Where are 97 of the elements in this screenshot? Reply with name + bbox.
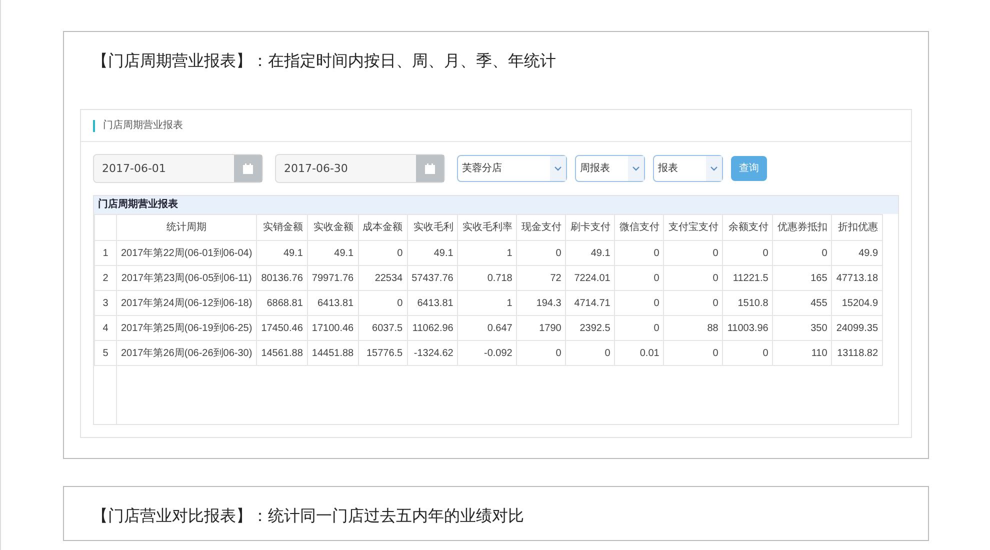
table-cell: 79971.76 [307, 266, 358, 290]
row-number: 1 [94, 240, 116, 266]
table-cell: 0 [664, 340, 723, 366]
select-field[interactable]: 报表 [653, 155, 723, 182]
table-cell: 2017年第24周(06-12到06-18) [116, 290, 257, 316]
table-cell: 49.9 [832, 240, 883, 266]
table-cell: 0 [358, 240, 408, 266]
table-cell: 0 [722, 340, 773, 366]
column-header: 支付宝支付 [664, 214, 723, 240]
table-cell: 47713.18 [832, 266, 883, 290]
table-cell: 15204.9 [832, 290, 883, 316]
table-cell: 49.1 [256, 240, 308, 266]
table-cell: 0 [664, 290, 723, 316]
table-cell: 0 [614, 316, 664, 340]
select-field[interactable]: 周报表 [575, 155, 645, 182]
column-header: 刷卡支付 [566, 214, 615, 240]
table-cell: 57437.76 [407, 266, 458, 290]
column-header: 实销金额 [256, 214, 308, 240]
table-cell: 194.3 [516, 290, 566, 316]
table-caption: 门店周期营业报表 [94, 196, 898, 214]
column-header: 成本金额 [358, 214, 408, 240]
table-cell: -1324.62 [407, 340, 458, 366]
row-number: 2 [94, 266, 116, 290]
table-cell: 15776.5 [358, 340, 408, 366]
table-cell: 2017年第26周(06-26到06-30) [116, 340, 257, 366]
table-cell: 0 [614, 290, 664, 316]
table-cell: 17100.46 [307, 316, 358, 340]
table-cell: 1790 [516, 316, 566, 340]
table-cell: 0.718 [458, 266, 517, 290]
table-cell: -0.092 [458, 340, 517, 366]
row-number: 5 [94, 340, 116, 366]
column-header: 统计周期 [116, 214, 257, 240]
date-field[interactable]: 2017-06-01 [93, 154, 263, 183]
section-heading: 【门店周期营业报表】：在指定时间内按日、周、月、季、年统计 [91, 50, 557, 72]
table-cell: 0.01 [614, 340, 664, 366]
table-cell: 14451.88 [307, 340, 358, 366]
column-header: 实收毛利率 [458, 214, 517, 240]
chevron-down-icon [710, 166, 718, 171]
table-cell: 24099.35 [832, 316, 883, 340]
panel-title: 门店周期营业报表 [103, 118, 183, 133]
table-cell: 6037.5 [358, 316, 408, 340]
table-cell: 11062.96 [407, 316, 458, 340]
table-cell: 6868.81 [256, 290, 308, 316]
table-cell: 11003.96 [722, 316, 773, 340]
table-cell: 49.1 [407, 240, 458, 266]
table-cell: 72 [516, 266, 566, 290]
table-cell: 0 [566, 340, 615, 366]
table-cell: 4714.71 [566, 290, 615, 316]
table-cell: 22534 [358, 266, 408, 290]
table-cell: 1 [458, 290, 517, 316]
table-cell: 6413.81 [307, 290, 358, 316]
table-cell: 110 [772, 340, 832, 366]
row-number: 4 [94, 316, 116, 340]
table-cell: 0 [614, 240, 664, 266]
table-cell: 7224.01 [566, 266, 615, 290]
table-cell: 350 [772, 316, 832, 340]
column-header: 实收毛利 [407, 214, 458, 240]
table-cell: 17450.46 [256, 316, 308, 340]
section-heading: 【门店营业对比报表】：统计同一门店过去五内年的业绩对比 [91, 505, 525, 527]
table-cell: 2017年第22周(06-01到06-04) [116, 240, 257, 266]
table-cell: 0.647 [458, 316, 517, 340]
table-cell: 11221.5 [722, 266, 773, 290]
table-cell: 455 [772, 290, 832, 316]
table-cell: 0 [772, 240, 832, 266]
table-cell: 0 [722, 240, 773, 266]
table-cell: 1 [458, 240, 517, 266]
table-cell: 0 [516, 240, 566, 266]
column-header: 实收金额 [307, 214, 358, 240]
table-cell: 80136.76 [256, 266, 308, 290]
table-cell: 0 [516, 340, 566, 366]
table-cell: 6413.81 [407, 290, 458, 316]
chevron-down-icon [554, 166, 562, 171]
table-cell: 2017年第23周(06-05到06-11) [116, 266, 257, 290]
row-number: 3 [94, 290, 116, 316]
table-cell: 165 [772, 266, 832, 290]
table-cell: 0 [664, 240, 723, 266]
column-header: 折扣优惠 [832, 214, 883, 240]
table-cell: 1510.8 [722, 290, 773, 316]
table-cell: 0 [614, 266, 664, 290]
table-cell: 2392.5 [566, 316, 615, 340]
table-cell: 49.1 [307, 240, 358, 266]
table-cell: 13118.82 [832, 340, 883, 366]
column-header: 现金支付 [516, 214, 566, 240]
table-cell: 14561.88 [256, 340, 308, 366]
table-cell: 0 [358, 290, 408, 316]
calendar-icon [424, 162, 436, 174]
chevron-down-icon [632, 166, 640, 171]
table-cell: 88 [664, 316, 723, 340]
table-cell: 2017年第25周(06-19到06-25) [116, 316, 257, 340]
column-header: 余额支付 [722, 214, 773, 240]
column-header: 微信支付 [614, 214, 664, 240]
table-cell: 0 [664, 266, 723, 290]
calendar-icon [242, 162, 254, 174]
date-field[interactable]: 2017-06-30 [275, 154, 445, 183]
select-field[interactable]: 芙蓉分店 [457, 155, 567, 182]
table-cell: 49.1 [566, 240, 615, 266]
column-header: 优惠券抵扣 [772, 214, 832, 240]
